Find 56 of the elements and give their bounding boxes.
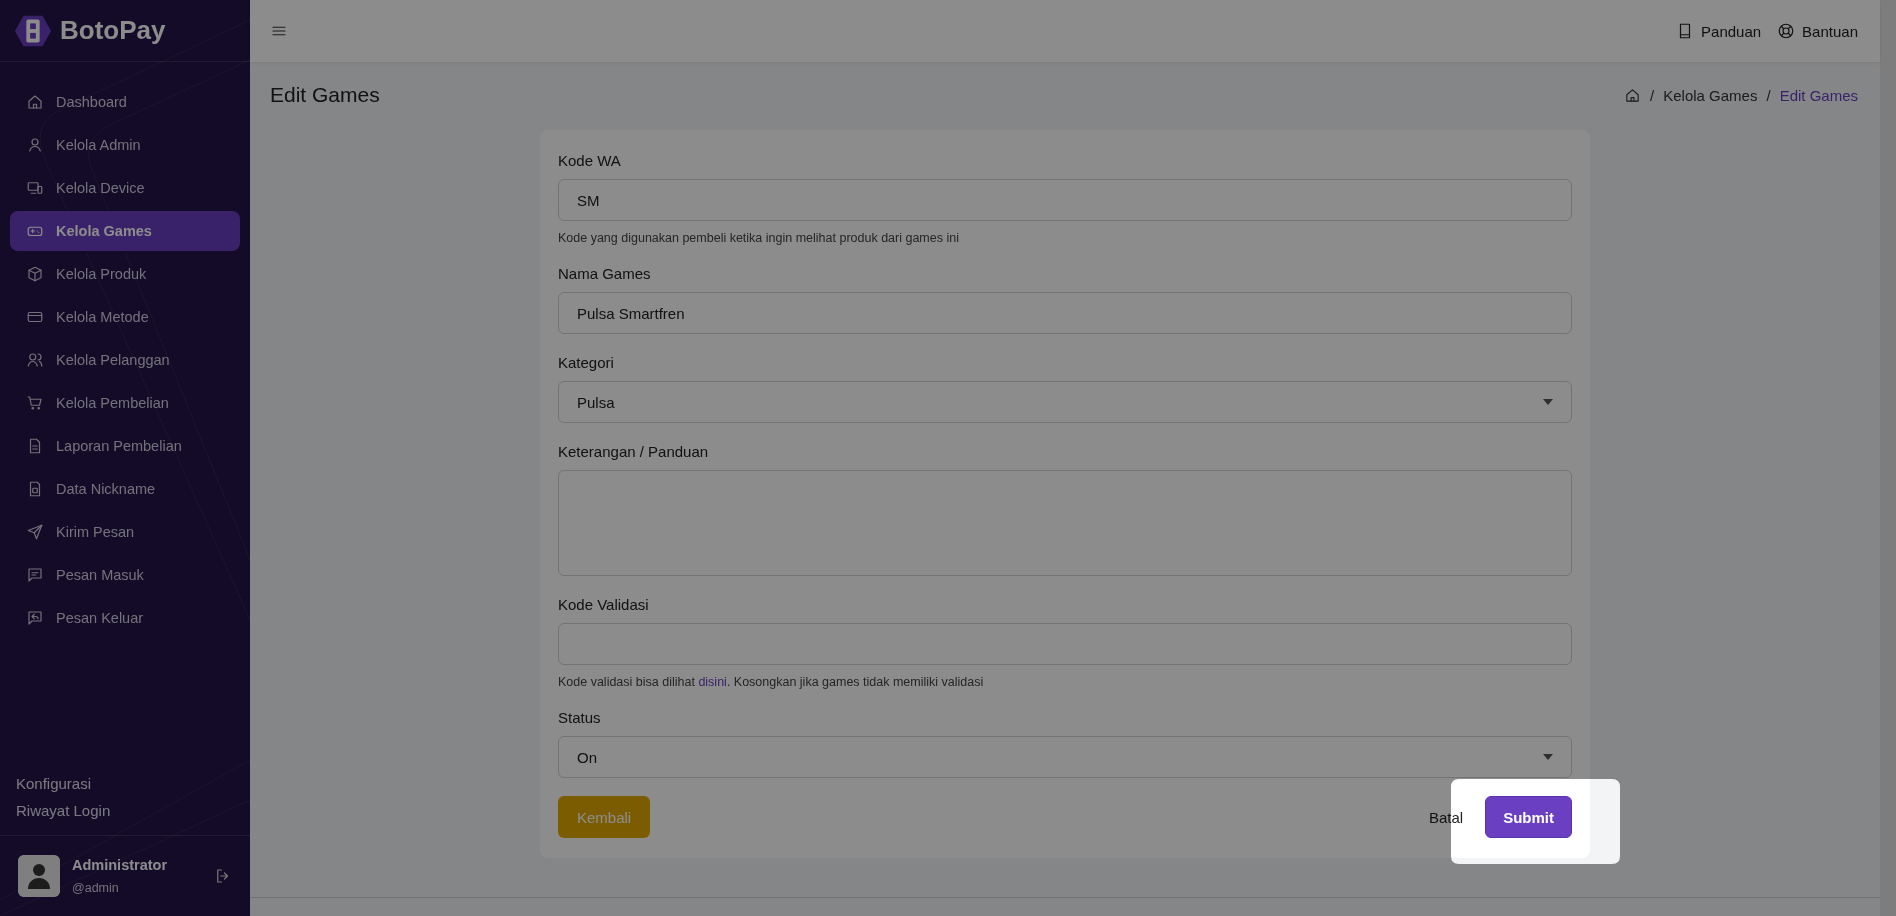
sidebar-item[interactable]: Data Nickname xyxy=(10,469,240,509)
sidebar-item[interactable]: Kelola Admin xyxy=(10,125,240,165)
hint-link[interactable]: disini xyxy=(698,675,727,689)
sidebar-item[interactable]: Kirim Pesan xyxy=(10,512,240,552)
top-link[interactable]: Bantuan xyxy=(1777,22,1858,40)
select-field[interactable]: On xyxy=(558,736,1572,778)
field-label: Status xyxy=(558,709,602,726)
sidebar-item[interactable]: Kelola Pembelian xyxy=(10,383,240,423)
field-label: Kategori xyxy=(558,354,615,371)
text-field[interactable]: SM xyxy=(558,179,1572,221)
brand-name: BotoPay xyxy=(60,15,166,46)
sidebar-item[interactable]: Kelola Device xyxy=(10,168,240,208)
avatar-icon xyxy=(18,855,60,897)
sidebar-item[interactable]: Dashboard xyxy=(10,82,240,122)
sidebar-link[interactable]: Riwayat Login xyxy=(16,802,234,819)
select-field[interactable]: Pulsa xyxy=(558,381,1572,423)
logo-icon xyxy=(14,13,52,48)
sidebar-link[interactable]: Konfigurasi xyxy=(16,775,234,792)
breadcrumb-item[interactable]: Edit Games xyxy=(1779,86,1858,104)
caret-icon xyxy=(1543,754,1553,760)
sidebar-item[interactable]: Pesan Masuk xyxy=(10,555,240,595)
home-icon xyxy=(1624,86,1642,104)
sidebar-item[interactable]: Kelola Metode xyxy=(10,297,240,337)
field-hint: Kode yang digunakan pembeli ketika ingin melihat produk dari games ini xyxy=(558,231,960,245)
submit-button[interactable]: Submit xyxy=(1485,796,1572,838)
user-name: Administrator xyxy=(72,857,169,873)
devices-icon xyxy=(26,179,44,197)
users-icon xyxy=(26,351,44,369)
text-area[interactable] xyxy=(558,470,1572,576)
message-icon xyxy=(26,566,44,584)
sidebar-item[interactable]: Kelola Produk xyxy=(10,254,240,294)
breadcrumb-separator: / xyxy=(1650,86,1655,104)
user-handle: @admin xyxy=(72,881,120,895)
message-reply-icon xyxy=(26,609,44,627)
breadcrumb-separator: / xyxy=(1766,86,1771,104)
breadcrumb-item[interactable]: Kelola Games xyxy=(1663,86,1758,104)
caret-icon xyxy=(1543,399,1553,405)
send-icon xyxy=(26,523,44,541)
lifebuoy-icon xyxy=(1777,22,1796,40)
home-icon xyxy=(26,93,44,111)
user-icon xyxy=(26,136,44,154)
text-field[interactable] xyxy=(558,623,1572,665)
field-label: Kode Validasi xyxy=(558,596,650,613)
field-label: Kode WA xyxy=(558,152,622,169)
field-hint: Kode validasi bisa dilihat disini. Kosongkan jika games tidak memiliki validasi xyxy=(558,675,985,689)
cart-icon xyxy=(26,394,44,412)
sidebar-item[interactable]: Kelola Pelanggan xyxy=(10,340,240,380)
text-field[interactable]: Pulsa Smartfren xyxy=(558,292,1572,334)
top-link[interactable]: Panduan xyxy=(1676,22,1762,40)
field-label: Nama Games xyxy=(558,265,652,282)
sidebar-item[interactable]: Kelola Games xyxy=(10,211,240,251)
field-label: Keterangan / Panduan xyxy=(558,443,710,460)
page-title: Edit Games xyxy=(270,83,380,107)
box-icon xyxy=(26,265,44,283)
sidebar-item[interactable]: Laporan Pembelian xyxy=(10,426,240,466)
sidebar-item[interactable]: Pesan Keluar xyxy=(10,598,240,638)
